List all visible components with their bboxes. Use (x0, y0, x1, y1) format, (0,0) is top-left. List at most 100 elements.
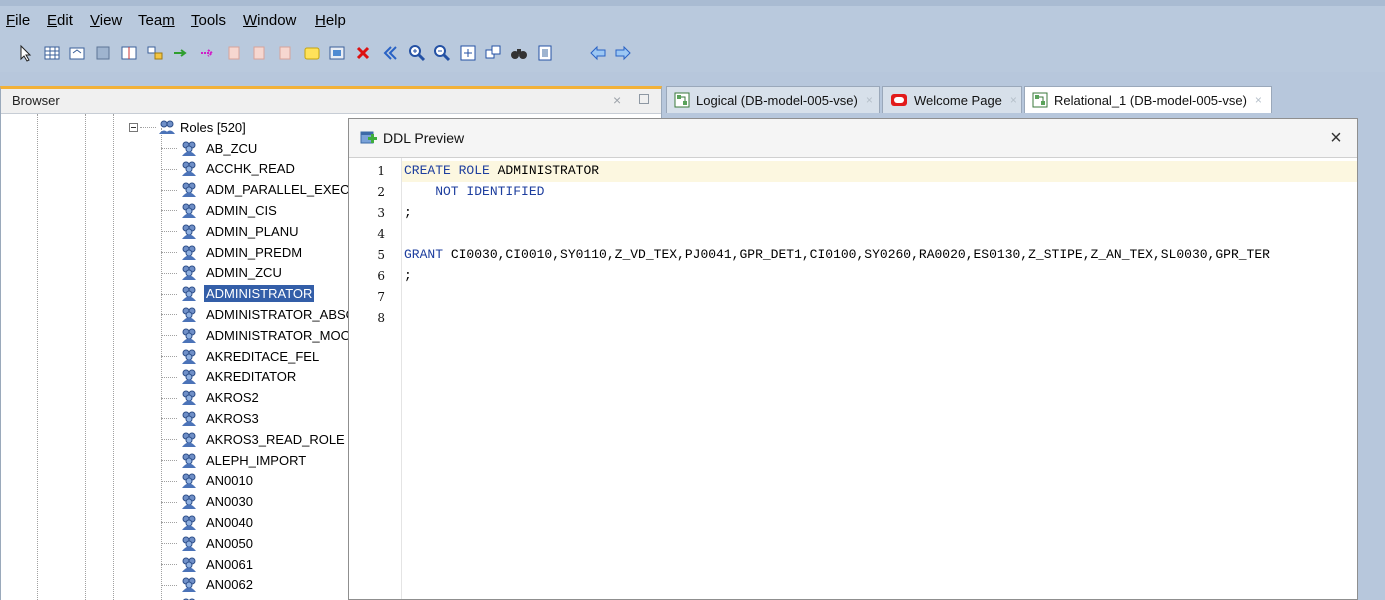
dialog-close-button[interactable]: × (1324, 127, 1348, 151)
tree-item-label: ADMINISTRATOR_ABSOL (206, 306, 363, 322)
code-text: ADMINISTRATOR (489, 163, 600, 178)
menu-team[interactable]: Team (138, 12, 175, 29)
menu-help[interactable]: Help (315, 12, 346, 29)
dialog-title-bar: DDL Preview × (349, 119, 1357, 158)
tree-item-role[interactable]: ACCHK_READ (179, 159, 297, 179)
tree-item-role[interactable]: AN0062 (179, 575, 255, 595)
layout-icon[interactable] (484, 44, 502, 62)
code-keyword: GRANT (404, 247, 444, 262)
tree-item-label: AKROS3_READ_ROLE (206, 431, 345, 447)
tree-item-label: AKREDITATOR (206, 369, 297, 385)
arrow-right-magenta-icon[interactable] (199, 44, 217, 62)
tree-item-role[interactable]: ADM_PARALLEL_EXECUT (179, 180, 369, 200)
collapse-icon[interactable] (129, 122, 138, 132)
minimize-icon[interactable] (639, 94, 649, 104)
close-icon[interactable]: × (1010, 93, 1017, 107)
role-icon (179, 493, 199, 510)
tree-item-role[interactable]: AN0061 (179, 554, 255, 574)
arrow-right-green-icon[interactable] (172, 44, 190, 62)
role-icon (179, 306, 199, 323)
tree-connector (161, 252, 177, 254)
diagram-icon (674, 92, 690, 108)
tree-item-role[interactable]: AKROS3 (179, 408, 261, 428)
zoom-in-icon[interactable] (408, 44, 426, 62)
role-icon (179, 472, 199, 489)
line-number: 6 (377, 269, 385, 283)
merge-icon[interactable] (146, 44, 164, 62)
oracle-icon (890, 93, 908, 107)
tree-item-label: ADMIN_CIS (206, 202, 277, 218)
tree-item-label: ADMIN_ZCU (206, 265, 282, 281)
tree-item-role[interactable]: AN0063 (179, 596, 255, 600)
tree-item-role[interactable]: ALEPH_IMPORT (179, 450, 308, 470)
tree-item-role[interactable]: ADMINISTRATOR_ABSOL (179, 304, 365, 324)
relation-1-icon[interactable] (225, 44, 243, 62)
collapse-icon[interactable] (381, 44, 399, 62)
back-icon[interactable] (589, 44, 607, 62)
role-icon (179, 368, 199, 385)
tab-logical[interactable]: Logical (DB-model-005-vse) × (666, 86, 880, 113)
tree-item-label: AN0010 (206, 473, 253, 489)
pointer-icon[interactable] (16, 44, 34, 62)
tree-item-role[interactable]: AB_ZCU (179, 138, 259, 158)
menu-view[interactable]: View (90, 12, 122, 29)
tree-item-role[interactable]: ADMINISTRATOR (179, 284, 316, 304)
tree-item-label: AN0030 (206, 494, 253, 510)
tree-connector (161, 210, 177, 212)
tree-item-label: AN0040 (206, 514, 253, 530)
tree-connector (161, 522, 177, 524)
tree-connector (161, 148, 177, 150)
roles-label: Roles [520] (180, 119, 246, 135)
tree-item-role[interactable]: AKROS2 (179, 388, 261, 408)
delete-icon[interactable] (354, 44, 372, 62)
tree-item-role[interactable]: AN0050 (179, 533, 255, 553)
code-keyword: NOT IDENTIFIED (404, 184, 545, 199)
tree-item-label: ACCHK_READ (206, 161, 295, 177)
close-icon[interactable]: × (866, 93, 873, 107)
view-icon[interactable] (68, 44, 86, 62)
tree-item-role[interactable]: AN0030 (179, 492, 255, 512)
code-line: GRANT CI0030,CI0010,SY0110,Z_VD_TEX,PJ00… (404, 247, 1270, 262)
tree-item-role[interactable]: AKROS3_READ_ROLE (179, 429, 347, 449)
zoom-out-icon[interactable] (433, 44, 451, 62)
find-icon[interactable] (510, 44, 528, 62)
tree-item-role[interactable]: ADMIN_ZCU (179, 263, 284, 283)
tree-connector (161, 189, 177, 192)
line-number: 8 (377, 311, 385, 325)
tree-item-role[interactable]: AKREDITACE_FEL (179, 346, 321, 366)
role-icon (179, 327, 199, 344)
tab-relational_1[interactable]: Relational_1 (DB-model-005-vse) × (1024, 86, 1272, 113)
relation-2-icon[interactable] (250, 44, 268, 62)
relation-3-icon[interactable] (276, 44, 294, 62)
menu-window[interactable]: Window (243, 12, 296, 29)
properties-icon[interactable] (536, 44, 554, 62)
line-number: 4 (377, 227, 385, 241)
fit-icon[interactable] (459, 44, 477, 62)
tab-label: Logical (DB-model-005-vse) (696, 92, 858, 108)
tree-item-role[interactable]: ADMINISTRATOR_MOOD (179, 325, 362, 345)
picture-icon[interactable] (328, 44, 346, 62)
close-icon[interactable]: × (1255, 93, 1262, 107)
ddl-icon (360, 130, 378, 149)
forward-icon[interactable] (614, 44, 632, 62)
role-icon (179, 202, 199, 219)
table-icon[interactable] (43, 44, 61, 62)
tab-welcome[interactable]: Welcome Page × (882, 86, 1022, 113)
menu-edit[interactable]: Edit (47, 12, 73, 29)
menu-file[interactable]: File (6, 12, 30, 29)
tree-item-role[interactable]: ADMIN_PLANU (179, 221, 300, 241)
role-icon (179, 264, 199, 281)
tree-item-role[interactable]: AN0010 (179, 471, 255, 491)
tree-node-roles[interactable]: Roles [520] (129, 117, 246, 137)
ddl-code-editor[interactable]: 1 CREATE ROLE ADMINISTRATOR 2 NOT IDENTIFI… (349, 158, 1357, 599)
role-icon (179, 389, 199, 406)
tree-item-role[interactable]: ADMIN_CIS (179, 200, 279, 220)
note-icon[interactable] (303, 44, 321, 62)
tree-item-role[interactable]: ADMIN_PREDM (179, 242, 304, 262)
split-icon[interactable] (120, 44, 138, 62)
close-icon[interactable]: × (613, 92, 621, 108)
entity-icon[interactable] (94, 44, 112, 62)
menu-tools[interactable]: Tools (191, 12, 226, 29)
tree-item-role[interactable]: AKREDITATOR (179, 367, 298, 387)
tree-item-role[interactable]: AN0040 (179, 512, 255, 532)
